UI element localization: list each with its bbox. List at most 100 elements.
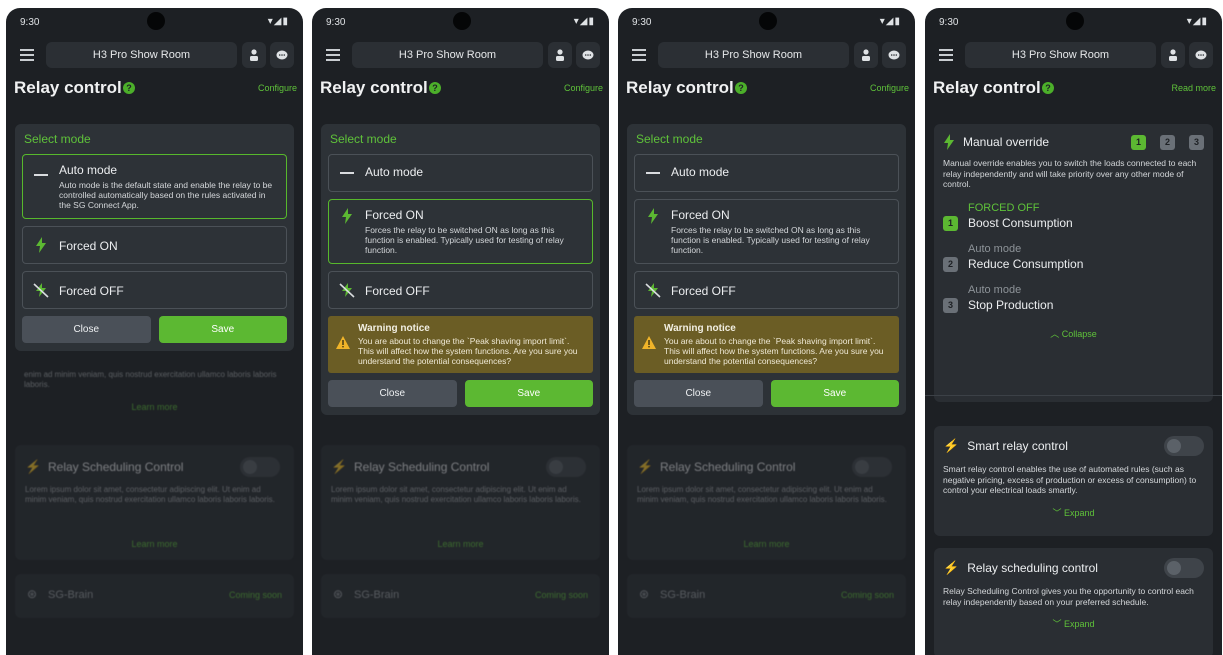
warning-text: You are about to change the `Peak shavin…: [664, 336, 884, 366]
room-title[interactable]: H3 Pro Show Room: [352, 42, 543, 68]
relay-badge-3[interactable]: 3: [1189, 134, 1204, 150]
help-icon[interactable]: ?: [123, 82, 135, 94]
brain-icon: ⊛: [333, 587, 344, 601]
lorem-text: enim ad minim veniam, quis nostrud exerc…: [24, 370, 277, 389]
status-bar: 9:30 ▾◢▮: [925, 8, 1222, 38]
option-forced-off[interactable]: Forced OFF: [328, 271, 593, 309]
coming-soon: Coming soon: [534, 590, 588, 600]
user-icon[interactable]: [1161, 42, 1185, 68]
relay-scheduling-toggle[interactable]: [1164, 558, 1204, 578]
phone-screen-2: 9:30 ▾◢▮ H3 Pro Show Room Relay control …: [312, 8, 609, 655]
option-forced-off[interactable]: Forced OFF: [634, 271, 899, 309]
smart-relay-description: Smart relay control enables the use of a…: [943, 464, 1197, 495]
option-forced-off[interactable]: Forced OFF: [22, 271, 287, 309]
relay-badge-2[interactable]: 2: [1160, 134, 1175, 150]
option-label: Forced ON: [365, 208, 424, 222]
relay-item-2[interactable]: 2 Auto mode Reduce Consumption: [943, 243, 1204, 272]
close-button[interactable]: Close: [328, 380, 457, 407]
phone-screen-1: 9:30 ▾◢▮ H3 Pro Show Room Relay control …: [6, 8, 303, 655]
option-label: Forced OFF: [671, 284, 736, 298]
learn-more-link[interactable]: Learn more: [6, 402, 303, 412]
signal-battery-icon: ▾◢▮: [1186, 16, 1208, 27]
relay-item-3[interactable]: 3 Auto mode Stop Production: [943, 284, 1204, 313]
scheduling-title: Relay Scheduling Control: [48, 460, 184, 474]
relay-item-1[interactable]: 1 FORCED OFF Boost Consumption: [943, 202, 1204, 231]
page-title: Relay control: [14, 78, 122, 97]
page-title: Relay control: [320, 78, 428, 97]
help-icon[interactable]: ?: [1042, 82, 1054, 94]
user-icon[interactable]: [242, 42, 266, 68]
manual-override-title: Manual override: [963, 135, 1050, 149]
close-button[interactable]: Close: [22, 316, 151, 343]
coming-soon: Coming soon: [228, 590, 282, 600]
smart-relay-toggle[interactable]: [1164, 436, 1204, 456]
chat-icon[interactable]: [1189, 42, 1213, 68]
status-bar: 9:30 ▾◢▮: [6, 8, 303, 38]
bolt-off-icon: [339, 282, 355, 298]
dialog-title: Select mode: [636, 132, 703, 146]
chat-icon[interactable]: [270, 42, 294, 68]
warning-notice: Warning notice You are about to change t…: [328, 316, 593, 373]
save-button[interactable]: Save: [770, 380, 899, 407]
room-title[interactable]: H3 Pro Show Room: [46, 42, 237, 68]
camera-cutout: [147, 12, 165, 30]
menu-icon[interactable]: [320, 42, 346, 68]
dialog-title: Select mode: [330, 132, 397, 146]
scheduling-toggle[interactable]: [240, 457, 280, 477]
help-icon[interactable]: ?: [735, 82, 747, 94]
configure-link[interactable]: Configure: [870, 83, 909, 93]
option-forced-on[interactable]: Forced ON Forces the relay to be switche…: [634, 199, 899, 264]
learn-more-link-2[interactable]: Learn more: [15, 539, 294, 549]
expand-button[interactable]: ﹀ Expand: [943, 506, 1204, 519]
learn-more-link[interactable]: Learn more: [627, 539, 906, 549]
select-mode-dialog: Select mode Auto mode Forced ON Forces t…: [321, 124, 600, 415]
help-icon[interactable]: ?: [429, 82, 441, 94]
sg-brain-title: SG-Brain: [354, 589, 400, 601]
option-label: Auto mode: [59, 163, 118, 177]
scheduling-text: Lorem ipsum dolor sit amet, consectetur …: [25, 485, 275, 504]
option-forced-on[interactable]: Forced ON: [22, 226, 287, 264]
page-title: Relay control: [933, 78, 1041, 97]
sg-brain-title: SG-Brain: [660, 589, 706, 601]
chat-icon[interactable]: [576, 42, 600, 68]
option-forced-on[interactable]: Forced ON Forces the relay to be switche…: [328, 199, 593, 264]
learn-more-link[interactable]: Learn more: [321, 539, 600, 549]
scheduling-toggle[interactable]: [546, 457, 586, 477]
room-title[interactable]: H3 Pro Show Room: [658, 42, 849, 68]
warning-text: You are about to change the `Peak shavin…: [358, 336, 578, 366]
scheduling-toggle[interactable]: [852, 457, 892, 477]
relay-number: 2: [943, 256, 958, 272]
expand-button-2[interactable]: ﹀ Expand: [943, 617, 1204, 630]
divider: [925, 395, 1222, 396]
relay-name: Stop Production: [968, 297, 1054, 312]
close-button[interactable]: Close: [634, 380, 763, 407]
user-icon[interactable]: [548, 42, 572, 68]
dash-icon: [33, 163, 49, 179]
option-auto-mode[interactable]: Auto mode: [634, 154, 899, 192]
configure-link[interactable]: Configure: [564, 83, 603, 93]
save-button[interactable]: Save: [464, 380, 593, 407]
option-auto-mode[interactable]: Auto mode: [328, 154, 593, 192]
collapse-button[interactable]: ︿ Collapse: [943, 327, 1204, 340]
configure-link[interactable]: Configure: [258, 83, 297, 93]
user-icon[interactable]: [854, 42, 878, 68]
menu-icon[interactable]: [933, 42, 959, 68]
menu-icon[interactable]: [14, 42, 40, 68]
expand-label: Expand: [1064, 619, 1095, 629]
sg-brain-card: ⊛ SG-Brain Coming soon: [627, 574, 906, 618]
option-label: Forced ON: [671, 208, 730, 222]
select-mode-dialog: Select mode Auto mode Forced ON Forces t…: [627, 124, 906, 415]
chat-icon[interactable]: [882, 42, 906, 68]
read-more-link[interactable]: Read more: [1171, 83, 1216, 93]
save-button[interactable]: Save: [158, 316, 287, 343]
status-time: 9:30: [632, 17, 652, 28]
relay-scheduling-title: Relay scheduling control: [967, 561, 1098, 575]
signal-battery-icon: ▾◢▮: [267, 16, 289, 27]
relay-state: FORCED OFF: [968, 201, 1040, 214]
room-title[interactable]: H3 Pro Show Room: [965, 42, 1156, 68]
option-description: Forces the relay to be switched ON as lo…: [365, 225, 564, 255]
menu-icon[interactable]: [626, 42, 652, 68]
option-auto-mode[interactable]: Auto mode Auto mode is the default state…: [22, 154, 287, 219]
relay-badge-1[interactable]: 1: [1131, 134, 1146, 150]
brain-icon: ⊛: [639, 587, 650, 601]
